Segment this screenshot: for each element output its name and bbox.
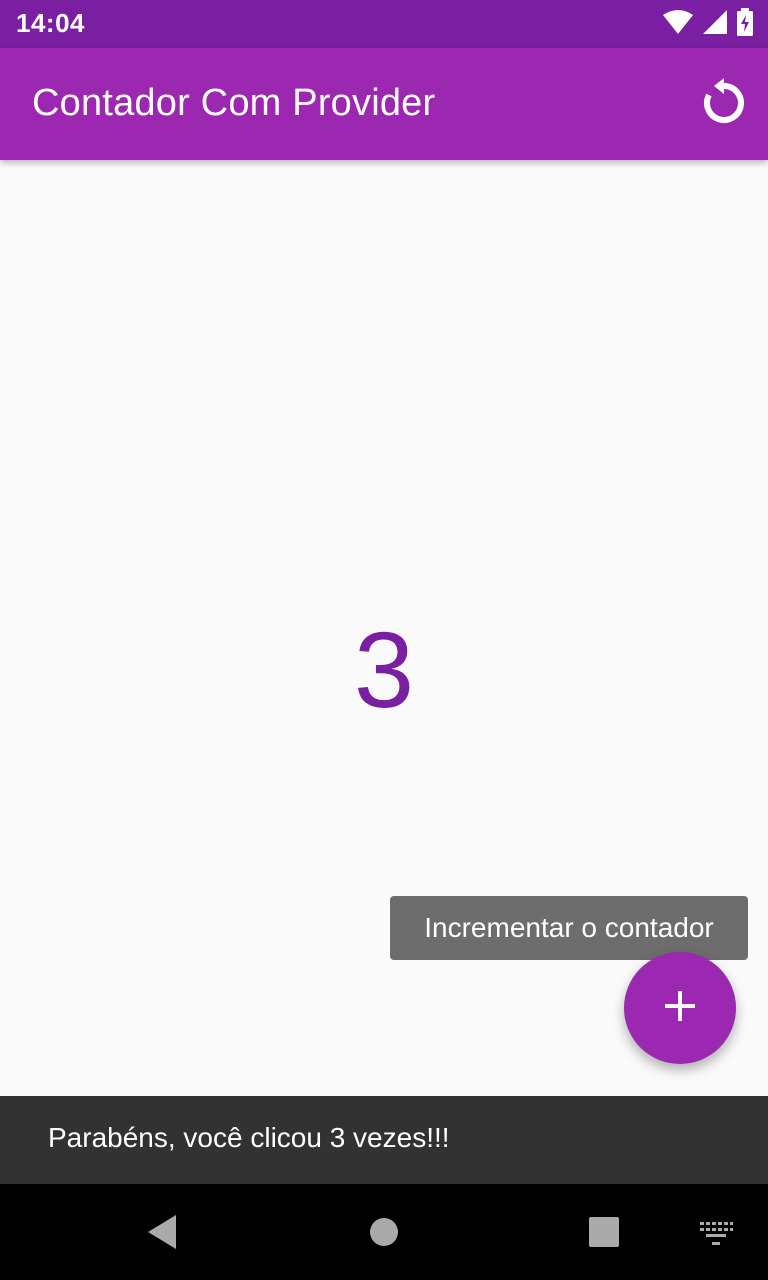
navigation-bar [0,1184,768,1280]
recents-button[interactable] [584,1212,624,1252]
back-icon [142,1215,182,1256]
recents-icon [584,1217,624,1256]
add-icon [662,988,698,1029]
home-button[interactable] [364,1212,404,1252]
increment-fab-button[interactable] [624,952,736,1064]
battery-charging-icon [736,7,754,41]
status-bar: 14:04 [0,0,768,48]
status-icons [662,7,754,41]
wifi-icon [662,9,694,40]
snackbar: Parabéns, você clicou 3 vezes!!! [0,1096,768,1184]
status-time: 14:04 [16,8,85,38]
app-title: Contador Com Provider [32,82,436,124]
signal-icon [702,9,728,40]
snackbar-message: Parabéns, você clicou 3 vezes!!! [48,1122,450,1153]
back-button[interactable] [142,1212,182,1252]
home-icon [364,1218,404,1256]
refresh-button[interactable] [698,77,750,132]
tooltip-text: Incrementar o contador [424,912,714,943]
increment-tooltip: Incrementar o contador [390,896,748,960]
refresh-icon [699,77,749,132]
keyboard-button[interactable] [696,1212,736,1252]
keyboard-icon [696,1222,736,1256]
counter-value: 3 [353,609,415,730]
app-bar: Contador Com Provider [0,48,768,160]
